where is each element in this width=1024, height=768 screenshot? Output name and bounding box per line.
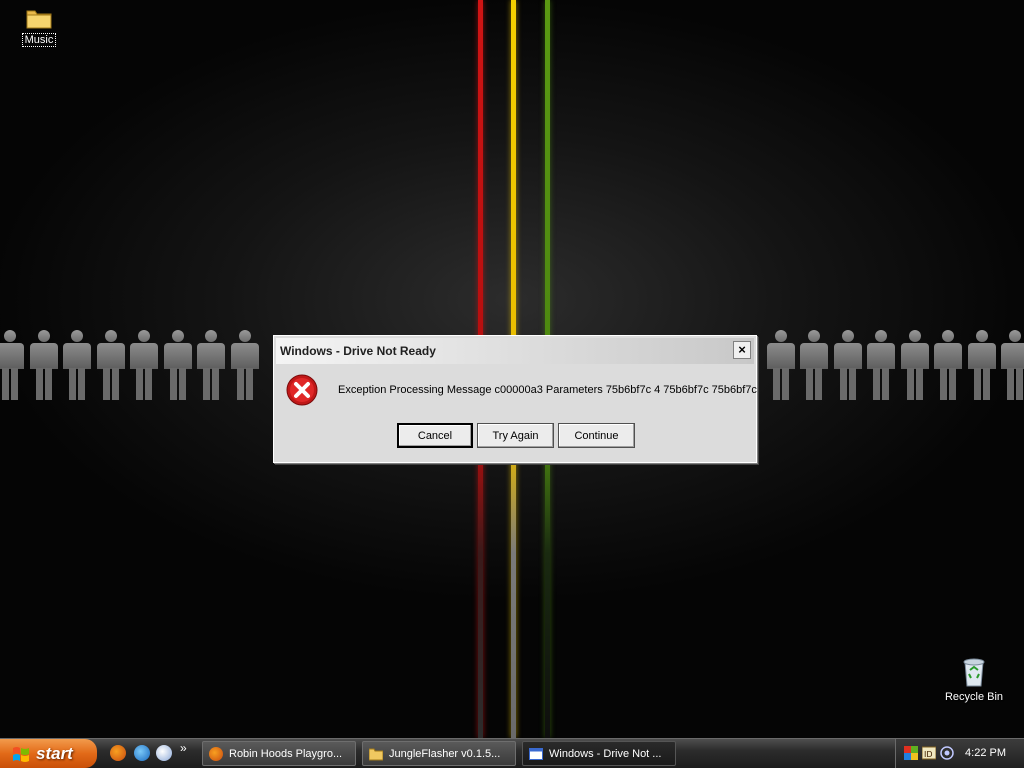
wallpaper-figure bbox=[900, 330, 929, 402]
task-label: Windows - Drive Not ... bbox=[549, 747, 662, 760]
task-label: Robin Hoods Playgro... bbox=[229, 747, 343, 760]
recycle-bin-desktop-icon[interactable]: Recycle Bin bbox=[939, 656, 1009, 703]
wallpaper-figure bbox=[934, 330, 962, 402]
wallpaper-figure bbox=[230, 330, 259, 402]
system-tray: ID 4:22 PM bbox=[895, 739, 1024, 768]
quick-launch-more-icon[interactable]: » bbox=[180, 741, 187, 755]
task-button-jungleflasher[interactable]: JungleFlasher v0.1.5... bbox=[362, 741, 516, 766]
media-player-icon[interactable] bbox=[156, 745, 172, 761]
svg-text:ID: ID bbox=[924, 750, 933, 759]
wallpaper-figure bbox=[967, 330, 996, 402]
id-icon[interactable]: ID bbox=[922, 746, 936, 760]
wallpaper-figure bbox=[29, 330, 58, 402]
wallpaper-figure bbox=[1001, 330, 1024, 402]
security-center-icon[interactable] bbox=[904, 746, 918, 760]
wallpaper-figure bbox=[130, 330, 158, 402]
close-icon: × bbox=[738, 342, 746, 357]
close-button[interactable]: × bbox=[733, 341, 751, 359]
window-icon bbox=[529, 747, 543, 760]
folder-icon bbox=[369, 748, 383, 760]
wallpaper-figure bbox=[867, 330, 895, 402]
wallpaper-figure bbox=[63, 330, 91, 402]
cancel-button[interactable]: Cancel bbox=[397, 423, 473, 448]
wallpaper-figure bbox=[96, 330, 125, 402]
taskbar: start » Robin Hoods Playgro... JungleFla… bbox=[0, 738, 1024, 768]
dialog-message: Exception Processing Message c00000a3 Pa… bbox=[338, 384, 757, 396]
music-icon-label: Music bbox=[21, 33, 57, 47]
dialog-titlebar[interactable]: Windows - Drive Not Ready × bbox=[276, 338, 754, 364]
task-button-drive-not-ready[interactable]: Windows - Drive Not ... bbox=[522, 741, 676, 766]
clock: 4:22 PM bbox=[965, 747, 1006, 759]
task-button-firefox[interactable]: Robin Hoods Playgro... bbox=[202, 741, 356, 766]
folder-icon bbox=[26, 10, 52, 29]
wallpaper-figure bbox=[833, 330, 862, 402]
wallpaper-figure bbox=[0, 330, 24, 402]
start-label: start bbox=[36, 743, 73, 763]
internet-explorer-icon[interactable] bbox=[134, 745, 150, 761]
firefox-icon[interactable] bbox=[110, 745, 126, 761]
try-again-button[interactable]: Try Again bbox=[477, 423, 554, 448]
recycle-bin-icon bbox=[963, 658, 985, 687]
music-desktop-icon[interactable]: Music bbox=[4, 6, 74, 47]
dialog-title: Windows - Drive Not Ready bbox=[280, 344, 436, 358]
start-button[interactable]: start bbox=[0, 739, 97, 768]
drive-not-ready-dialog: Windows - Drive Not Ready × Exception Pr… bbox=[273, 335, 757, 463]
wallpaper-figure bbox=[163, 330, 192, 402]
wallpaper-figure bbox=[197, 330, 225, 402]
firefox-icon bbox=[209, 746, 223, 761]
recycle-bin-label: Recycle Bin bbox=[944, 691, 1004, 703]
wallpaper-figure bbox=[766, 330, 795, 402]
task-label: JungleFlasher v0.1.5... bbox=[389, 747, 501, 760]
windows-flag-icon bbox=[13, 746, 29, 762]
wallpaper-figure bbox=[800, 330, 828, 402]
continue-button[interactable]: Continue bbox=[558, 423, 635, 448]
error-icon bbox=[286, 374, 318, 406]
network-icon[interactable] bbox=[940, 746, 954, 760]
